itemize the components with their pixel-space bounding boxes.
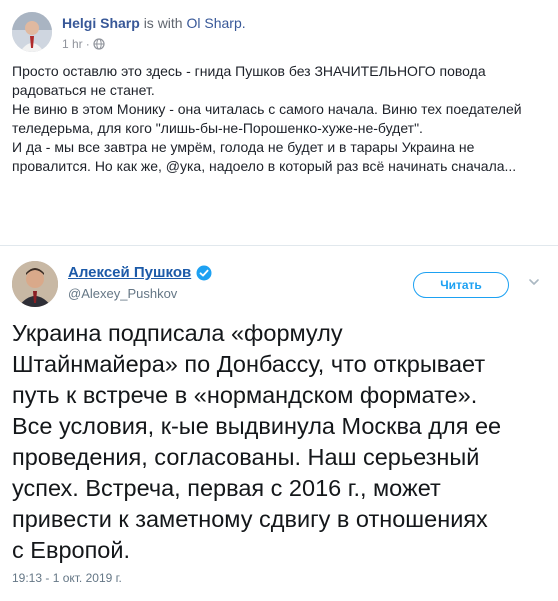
post-paragraph: И да - мы все завтра не умрём, голода не… bbox=[12, 139, 517, 174]
embedded-tweet: Алексей Пушков @Alexey_Pushkov Читать Ук… bbox=[0, 245, 558, 601]
post-paragraph: Не виню в этом Монику - она читалась с с… bbox=[12, 101, 522, 136]
tweet-timestamp[interactable]: 19:13 - 1 окт. 2019 г. bbox=[12, 571, 122, 585]
post-header: Helgi Sharp is with Ol Sharp. bbox=[62, 15, 246, 31]
author-name-link[interactable]: Helgi Sharp bbox=[62, 15, 140, 31]
tweet-text-line: с Европой. bbox=[12, 537, 131, 563]
meta-separator: · bbox=[85, 37, 90, 51]
facebook-post: Helgi Sharp is with Ol Sharp. 1 hr · Про… bbox=[0, 0, 558, 245]
author-avatar[interactable] bbox=[12, 12, 52, 52]
tweet-author-name[interactable]: Алексей Пушков bbox=[68, 264, 191, 281]
is-with-text: is with bbox=[143, 15, 183, 31]
tweet-author-handle[interactable]: @Alexey_Pushkov bbox=[68, 286, 177, 301]
tweet-avatar-photo bbox=[12, 261, 58, 307]
tweet-text: Украина подписала «формулу Штайнмайера» … bbox=[12, 318, 552, 566]
post-paragraph: Просто оставлю это здесь - гнида Пушков … bbox=[12, 63, 486, 98]
tweet-text-line: привести к заметному сдвигу в отношениях bbox=[12, 506, 488, 532]
tweet-text-line: Все условия, к-ые выдвинула Москва для е… bbox=[12, 413, 502, 439]
tweet-text-line: Украина подписала «формулу bbox=[12, 320, 343, 346]
tagged-person-link[interactable]: Ol Sharp. bbox=[186, 15, 245, 31]
tweet-name-row: Алексей Пушков bbox=[68, 264, 212, 281]
post-time[interactable]: 1 hr bbox=[62, 37, 83, 51]
tweet-text-line: путь к встрече в «нормандском формате». bbox=[12, 382, 478, 408]
follow-button[interactable]: Читать bbox=[413, 272, 509, 298]
verified-badge-icon bbox=[196, 265, 212, 280]
chevron-down-icon[interactable] bbox=[528, 276, 540, 288]
tweet-text-line: проведения, согласованы. Наш серьезный bbox=[12, 444, 480, 470]
author-avatar-photo bbox=[12, 12, 52, 52]
globe-icon bbox=[93, 38, 105, 50]
post-text: Просто оставлю это здесь - гнида Пушков … bbox=[12, 62, 547, 176]
post-meta: 1 hr · bbox=[62, 37, 105, 51]
tweet-author-avatar[interactable] bbox=[12, 261, 58, 307]
tweet-text-line: Штайнмайера» по Донбассу, что открывает bbox=[12, 351, 486, 377]
tweet-text-line: успех. Встреча, первая с 2016 г., может bbox=[12, 475, 441, 501]
